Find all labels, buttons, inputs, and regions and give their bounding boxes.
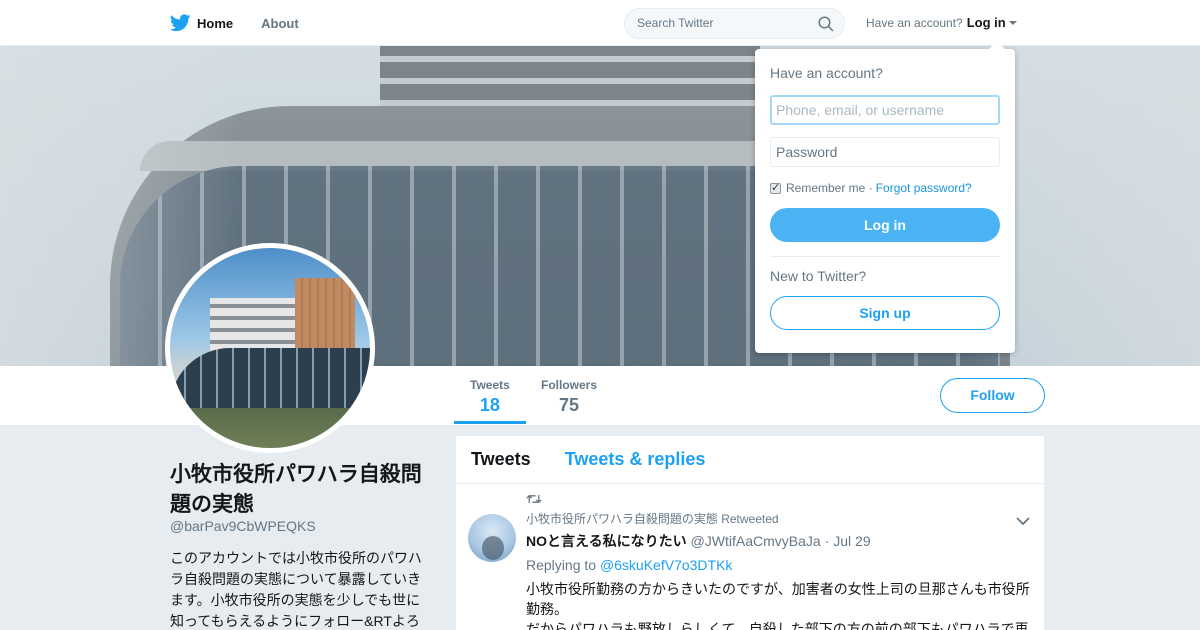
nav-about[interactable]: About — [261, 16, 299, 31]
new-to-twitter-text: New to Twitter? — [770, 268, 867, 284]
login-dropdown: Have an account? Phone, email, or userna… — [755, 41, 1015, 353]
tweet-author-username[interactable]: @JWtifAaCmvyBaJa — [691, 533, 821, 549]
retweet-icon — [526, 494, 542, 504]
tab-tweets[interactable]: Tweets — [471, 449, 531, 470]
stat-tweets-value: 18 — [479, 395, 500, 415]
password-field[interactable]: Password — [770, 137, 1000, 167]
nav-home[interactable]: Home — [170, 14, 233, 32]
tweet-author-name[interactable]: NOと言える私になりたい — [526, 531, 687, 551]
stat-followers-label: Followers — [541, 378, 598, 392]
checkbox-checked-icon[interactable] — [770, 181, 781, 194]
remember-row: Remember me · Forgot password? — [770, 181, 1000, 195]
tweet-text-line-2: だからパワハラも野放しらしくて、自殺した部下の方の前の部下もパワハラで再起不能に… — [526, 621, 1029, 630]
search-icon[interactable] — [818, 16, 834, 32]
tweet-text: 小牧市役所勤務の方からきいたのですが、加害者の女性上司の旦那さんも市役所勤務。 … — [526, 579, 1036, 630]
dropdown-title: Have an account? — [770, 65, 883, 81]
stat-followers[interactable]: Followers 75 — [541, 378, 597, 416]
tweet-date[interactable]: · Jul 29 — [825, 533, 871, 549]
caret-down-icon[interactable] — [1008, 21, 1017, 25]
stat-tweets[interactable]: Tweets 18 — [454, 378, 526, 424]
tweet-text-line-1: 小牧市役所勤務の方からきいたのですが、加害者の女性上司の旦那さんも市役所勤務。 — [526, 581, 1030, 617]
profile-handle[interactable]: @barPav9CbWPEQKS — [170, 518, 316, 534]
stat-tweets-label: Tweets — [470, 378, 510, 392]
follow-button[interactable]: Follow — [940, 378, 1045, 413]
avatar[interactable] — [165, 243, 375, 453]
nav-about-label: About — [261, 15, 299, 31]
have-account-text: Have an account? — [866, 15, 963, 30]
account-menu[interactable]: Have an account? Log in — [866, 15, 1017, 30]
login-button[interactable]: Log in — [770, 208, 1000, 242]
chevron-down-icon[interactable] — [1016, 516, 1030, 526]
twitter-bird-icon — [170, 14, 191, 32]
forgot-password-link[interactable]: Forgot password? — [876, 181, 972, 195]
profile-name[interactable]: 小牧市役所パワハラ自殺問題の実態 — [170, 460, 440, 520]
remember-label[interactable]: Remember me · — [786, 181, 873, 195]
profile-bio: このアカウントでは小牧市役所のパワハラ自殺問題の実態について暴露していきます。小… — [170, 550, 422, 629]
tweet-replying-to: Replying to @6skuKefV7o3DTKk — [526, 557, 1029, 573]
tweet-header: NOと言える私になりたい @JWtifAaCmvyBaJa · Jul 29 — [526, 531, 1029, 551]
stat-followers-value: 75 — [558, 395, 580, 415]
timeline: Tweets Tweets & replies 小牧市役所パワハラ自殺問題の実態… — [456, 436, 1044, 630]
tweet-avatar[interactable] — [468, 514, 516, 562]
signup-button[interactable]: Sign up — [770, 296, 1000, 330]
dropdown-divider — [770, 256, 1000, 257]
search-placeholder: Search Twitter — [637, 16, 714, 30]
top-nav: Home About Search Twitter Have an accoun… — [0, 0, 1200, 46]
tweet[interactable]: 小牧市役所パワハラ自殺問題の実態 Retweeted NOと言える私になりたい … — [456, 484, 1044, 630]
retweet-note: 小牧市役所パワハラ自殺問題の実態 Retweeted — [526, 512, 779, 526]
search-input[interactable]: Search Twitter — [624, 8, 845, 39]
username-field[interactable]: Phone, email, or username — [770, 95, 1000, 125]
login-menu-label[interactable]: Log in — [967, 15, 1006, 30]
replying-to-link[interactable]: @6skuKefV7o3DTKk — [600, 557, 733, 573]
nav-home-label: Home — [197, 15, 234, 31]
nav-left: Home About — [170, 0, 327, 46]
replying-prefix: Replying to — [526, 557, 597, 573]
timeline-tabs: Tweets Tweets & replies — [456, 436, 1044, 484]
tab-tweets-replies[interactable]: Tweets & replies — [565, 449, 706, 470]
